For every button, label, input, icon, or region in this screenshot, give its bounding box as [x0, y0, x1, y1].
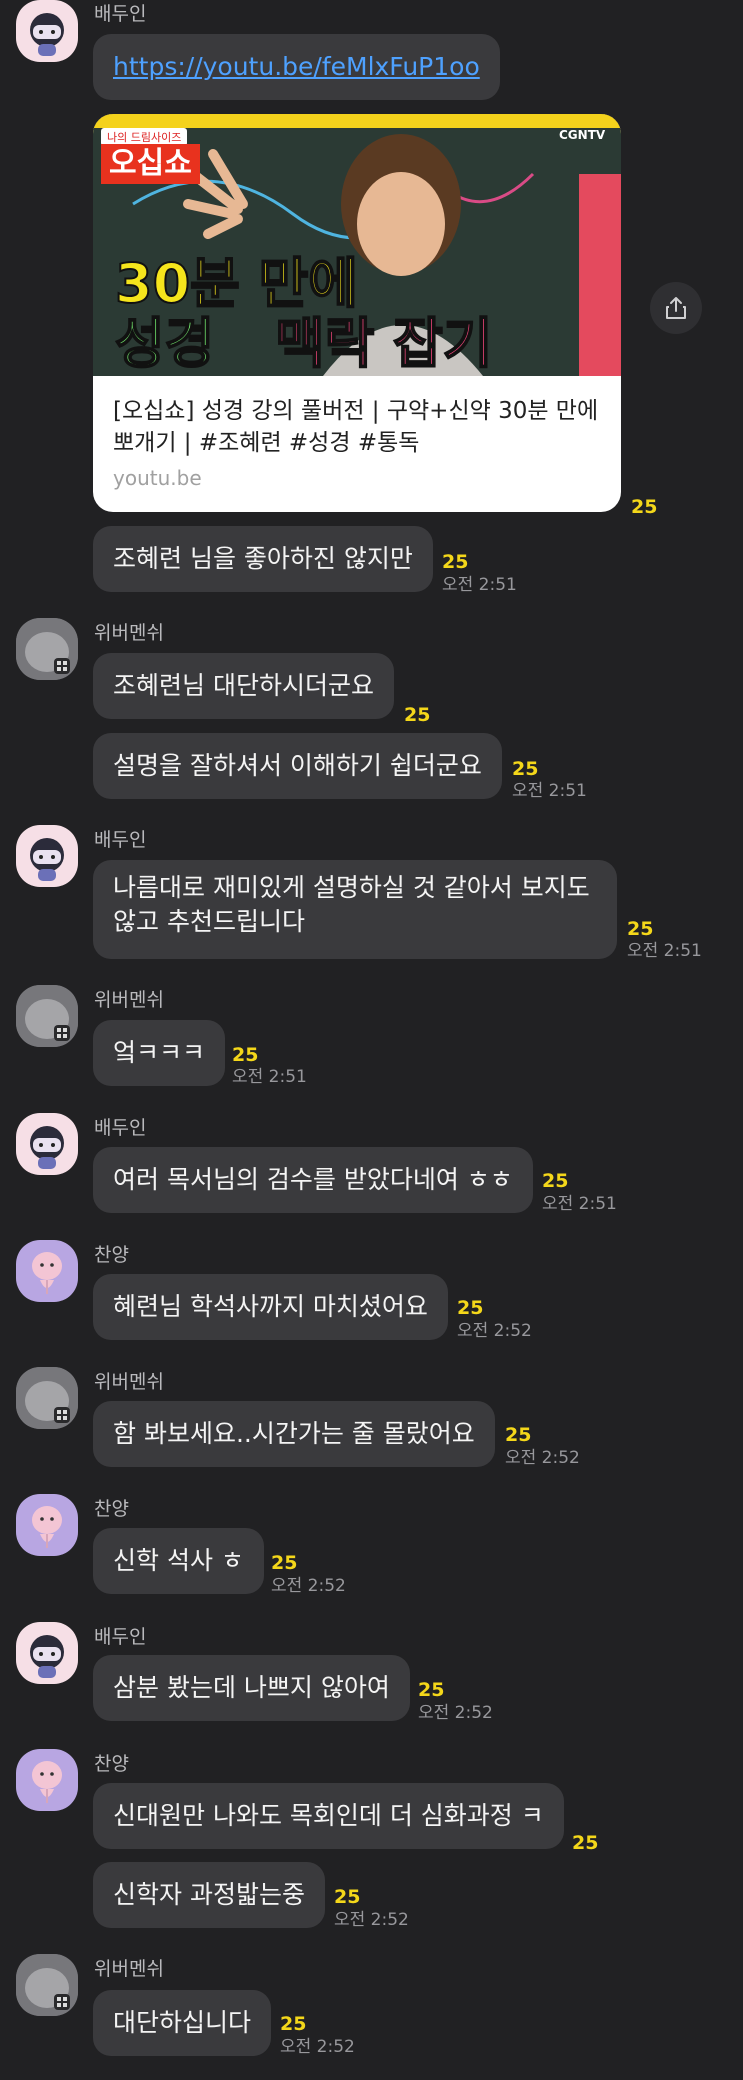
message-text: 함 봐보세요..시간가는 줄 몰랐어요 — [113, 1419, 475, 1448]
message-text: 엌ㅋㅋㅋ — [113, 1038, 206, 1067]
message-bubble[interactable]: 혜련님 학석사까지 마치셨어요 — [93, 1274, 448, 1340]
message-text: 신대원만 나와도 목회인데 더 심화과정 ㅋ — [113, 1801, 544, 1830]
avatar-character-icon — [30, 1635, 64, 1678]
message-text: 조혜련 님을 좋아하진 않지만 — [113, 544, 413, 573]
unread-count: 25 — [271, 1552, 298, 1574]
message-bubble[interactable]: 신대원만 나와도 목회인데 더 심화과정 ㅋ — [93, 1783, 564, 1849]
timestamp: 오전 2:52 — [505, 1448, 580, 1468]
unread-count: 25 — [404, 704, 431, 726]
thumbnail-headline-2b: 맥락 잡기 — [274, 312, 494, 375]
sender-name: 찬양 — [94, 1244, 129, 1266]
avatar-baeduin[interactable] — [16, 1113, 78, 1175]
avatar-baeduin[interactable] — [16, 825, 78, 887]
sender-name: 배두인 — [94, 1626, 147, 1648]
unread-count: 25 — [232, 1044, 259, 1066]
avatar-wiber[interactable] — [16, 618, 78, 680]
avatar-character-icon — [32, 1506, 62, 1548]
sender-name: 위버멘쉬 — [94, 989, 164, 1011]
unread-count: 25 — [631, 496, 658, 518]
share-icon — [666, 297, 686, 319]
avatar-baeduin[interactable] — [16, 0, 78, 62]
timestamp: 오전 2:52 — [334, 1910, 409, 1930]
sender-name: 위버멘쉬 — [94, 1958, 164, 1980]
avatar-character-icon — [30, 838, 64, 881]
avatar-wiber[interactable] — [16, 1367, 78, 1429]
avatar-wiber[interactable] — [16, 1954, 78, 2016]
message-text: 대단하십니다 — [113, 2008, 252, 2037]
message-bubble[interactable]: https://youtu.be/feMlxFuP1oo — [93, 34, 500, 100]
timestamp: 오전 2:51 — [542, 1194, 617, 1214]
unread-count: 25 — [512, 758, 539, 780]
youtube-link[interactable]: https://youtu.be/feMlxFuP1oo — [113, 50, 480, 84]
avatar-character-icon — [32, 1252, 62, 1294]
link-preview-card[interactable]: 나의 드림사이즈 오십쇼 CGNTV 30분 만에 성경 맥락 잡기 [오십쇼]… — [93, 114, 621, 512]
message-text: 삼분 봤는데 나쁘지 않아여 — [113, 1673, 390, 1702]
avatar-photo-icon — [16, 618, 78, 680]
message-bubble[interactable]: 조혜련 님을 좋아하진 않지만 — [93, 526, 433, 592]
message-bubble[interactable]: 설명을 잘하셔서 이해하기 쉽더군요 — [93, 733, 502, 799]
message-text: 여러 목서님의 검수를 받았다네여 ㅎㅎ — [113, 1165, 513, 1194]
timestamp: 오전 2:52 — [457, 1321, 532, 1341]
message-bubble[interactable]: 여러 목서님의 검수를 받았다네여 ㅎㅎ — [93, 1147, 533, 1213]
card-domain: youtu.be — [113, 466, 202, 490]
sender-name: 찬양 — [94, 1753, 129, 1775]
thumbnail-show-name: 오십쇼 — [101, 144, 200, 184]
avatar-character-icon — [30, 1126, 64, 1169]
share-button[interactable] — [650, 282, 702, 334]
avatar-character-icon — [30, 13, 64, 56]
timestamp: 오전 2:51 — [232, 1067, 307, 1087]
sender-name: 위버멘쉬 — [94, 622, 164, 644]
sender-name: 배두인 — [94, 3, 147, 25]
unread-count: 25 — [572, 1832, 599, 1854]
avatar-character-icon — [32, 1761, 62, 1803]
message-bubble[interactable]: 신학자 과정밟는중 — [93, 1862, 325, 1928]
sender-name: 배두인 — [94, 829, 147, 851]
sender-name: 위버멘쉬 — [94, 1371, 164, 1393]
unread-count: 25 — [505, 1424, 532, 1446]
message-text: 혜련님 학석사까지 마치셨어요 — [113, 1292, 428, 1321]
timestamp: 오전 2:51 — [627, 941, 702, 961]
thumbnail-headline-1: 30분 만에 — [114, 252, 359, 315]
thumbnail-channel: CGNTV — [559, 128, 606, 142]
avatar-wiber[interactable] — [16, 985, 78, 1047]
avatar-photo-icon — [16, 1367, 78, 1429]
sender-name: 찬양 — [94, 1498, 129, 1520]
timestamp: 오전 2:52 — [280, 2037, 355, 2057]
unread-count: 25 — [542, 1170, 569, 1192]
message-bubble[interactable]: 조혜련님 대단하시더군요 — [93, 653, 394, 719]
avatar-chanyang[interactable] — [16, 1240, 78, 1302]
avatar-photo-icon — [16, 1954, 78, 2016]
avatar-photo-icon — [16, 985, 78, 1047]
message-bubble[interactable]: 신학 석사 ㅎ — [93, 1528, 264, 1594]
message-bubble[interactable]: 대단하십니다 — [93, 1990, 272, 2056]
unread-count: 25 — [627, 918, 654, 940]
timestamp: 오전 2:52 — [418, 1703, 493, 1723]
message-text: 신학 석사 ㅎ — [113, 1546, 244, 1575]
message-bubble[interactable]: 함 봐보세요..시간가는 줄 몰랐어요 — [93, 1401, 495, 1467]
message-text: 나름대로 재미있게 설명하실 것 같아서 보지도 않고 추천드립니다 — [113, 873, 590, 936]
video-thumbnail: 나의 드림사이즈 오십쇼 CGNTV 30분 만에 성경 맥락 잡기 — [93, 114, 621, 376]
message-bubble[interactable]: 삼분 봤는데 나쁘지 않아여 — [93, 1655, 410, 1721]
unread-count: 25 — [334, 1886, 361, 1908]
unread-count: 25 — [457, 1297, 484, 1319]
unread-count: 25 — [442, 551, 469, 573]
message-bubble[interactable]: 엌ㅋㅋㅋ — [93, 1020, 226, 1086]
message-text: 조혜련님 대단하시더군요 — [113, 671, 374, 700]
thumbnail-headline-2a: 성경 — [114, 312, 215, 375]
avatar-chanyang[interactable] — [16, 1494, 78, 1556]
card-title: [오십쇼] 성경 강의 풀버전 | 구약+신약 30분 만에 뽀개기 | #조혜… — [113, 398, 599, 456]
message-text: 신학자 과정밟는중 — [113, 1880, 305, 1909]
unread-count: 25 — [418, 1679, 445, 1701]
timestamp: 오전 2:52 — [271, 1576, 346, 1596]
avatar-chanyang[interactable] — [16, 1749, 78, 1811]
timestamp: 오전 2:51 — [512, 781, 587, 801]
avatar-baeduin[interactable] — [16, 1622, 78, 1684]
message-text: 설명을 잘하셔서 이해하기 쉽더군요 — [113, 751, 482, 780]
message-bubble[interactable]: 나름대로 재미있게 설명하실 것 같아서 보지도 않고 추천드립니다 — [93, 860, 617, 959]
sender-name: 배두인 — [94, 1117, 147, 1139]
timestamp: 오전 2:51 — [442, 575, 517, 595]
unread-count: 25 — [280, 2013, 307, 2035]
